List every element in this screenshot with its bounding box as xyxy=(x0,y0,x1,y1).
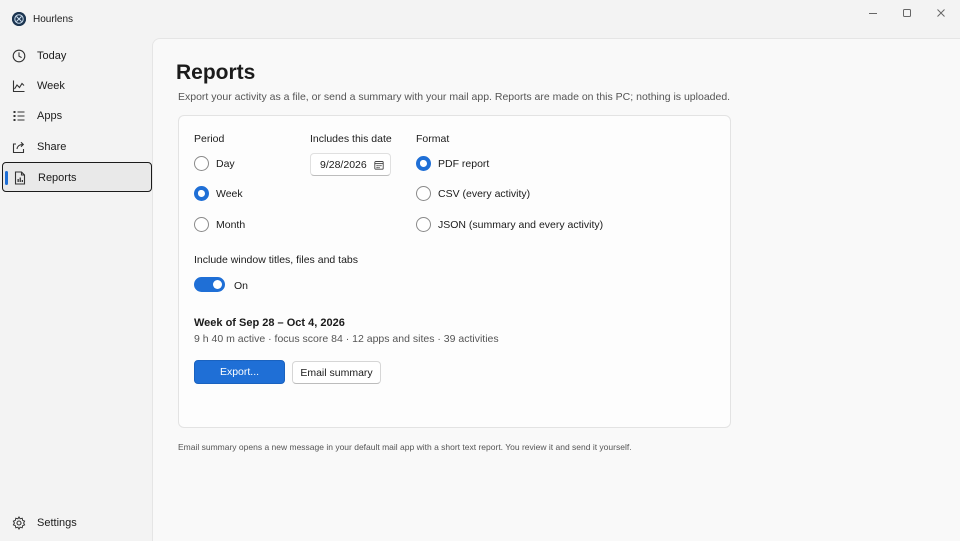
format-json-radio[interactable]: JSON (summary and every activity) xyxy=(416,217,603,232)
summary-stats: 9 h 40 m active · focus score 84 · 12 ap… xyxy=(194,333,499,345)
email-summary-button[interactable]: Email summary xyxy=(292,361,381,384)
period-label: Period xyxy=(194,133,225,145)
period-week-radio[interactable]: Week xyxy=(194,186,243,201)
radio-button[interactable] xyxy=(416,217,431,232)
sidebar-item-today[interactable]: Today xyxy=(2,41,152,71)
list-icon xyxy=(13,111,25,121)
export-button[interactable]: Export... xyxy=(194,360,285,384)
summary-title: Week of Sep 28 – Oct 4, 2026 xyxy=(194,317,345,329)
clock-icon xyxy=(12,49,26,63)
date-value: 9/28/2026 xyxy=(320,159,367,171)
app-window: Hourlens Today Week Apps Share Reports S… xyxy=(0,0,960,541)
report-options-card: Period Day Week Month Includes this date… xyxy=(178,115,731,428)
sidebar-item-label: Share xyxy=(37,141,67,153)
radio-label: PDF report xyxy=(438,157,490,170)
include-titles-label: Include window titles, files and tabs xyxy=(194,254,359,266)
sidebar-item-label: Apps xyxy=(37,110,63,122)
toggle-knob xyxy=(213,280,222,289)
calendar-icon[interactable] xyxy=(374,160,384,170)
close-icon xyxy=(937,9,945,17)
share-icon xyxy=(12,141,25,154)
radio-label: Week xyxy=(216,187,243,200)
area-chart-icon xyxy=(12,80,25,93)
app-logo-icon xyxy=(12,12,26,26)
date-picker[interactable]: 9/28/2026 xyxy=(310,153,391,176)
active-indicator xyxy=(5,171,8,185)
sidebar-item-settings[interactable]: Settings xyxy=(2,508,152,538)
title-bar: Hourlens xyxy=(0,0,960,38)
sidebar-item-share[interactable]: Share xyxy=(2,132,152,162)
sidebar-item-label: Settings xyxy=(37,517,77,529)
footnote: Email summary opens a new message in you… xyxy=(178,442,632,452)
format-csv-radio[interactable]: CSV (every activity) xyxy=(416,186,530,201)
radio-label: Day xyxy=(216,157,235,170)
page-title: Reports xyxy=(176,61,256,84)
sidebar-item-week[interactable]: Week xyxy=(2,71,152,101)
sidebar-item-reports[interactable]: Reports xyxy=(2,162,152,192)
period-day-radio[interactable]: Day xyxy=(194,156,235,171)
radio-label: CSV (every activity) xyxy=(438,187,531,200)
radio-button[interactable] xyxy=(416,186,431,201)
sidebar-item-label: Reports xyxy=(38,172,77,184)
close-button[interactable] xyxy=(924,0,958,26)
minimize-icon xyxy=(869,13,877,14)
app-title: Hourlens xyxy=(33,14,74,25)
radio-label: JSON (summary and every activity) xyxy=(438,218,604,231)
maximize-icon xyxy=(903,9,911,17)
date-label: Includes this date xyxy=(310,133,392,145)
sidebar-item-label: Today xyxy=(37,50,67,62)
radio-button-selected[interactable] xyxy=(194,186,209,201)
include-titles-toggle[interactable] xyxy=(194,277,225,292)
toggle-state-label: On xyxy=(234,280,249,292)
maximize-button[interactable] xyxy=(890,0,924,26)
sidebar-item-apps[interactable]: Apps xyxy=(2,101,152,131)
period-month-radio[interactable]: Month xyxy=(194,217,245,232)
report-icon xyxy=(14,171,26,185)
radio-button[interactable] xyxy=(194,156,209,171)
gear-icon xyxy=(12,516,26,530)
format-label: Format xyxy=(416,133,450,145)
radio-button[interactable] xyxy=(194,217,209,232)
radio-button-selected[interactable] xyxy=(416,156,431,171)
main-content: Reports Export your activity as a file, … xyxy=(152,38,960,541)
sidebar-item-label: Week xyxy=(37,80,65,92)
page-subtitle: Export your activity as a file, or send … xyxy=(178,91,731,103)
sidebar: Today Week Apps Share Reports Settings xyxy=(0,38,152,541)
format-pdf-radio[interactable]: PDF report xyxy=(416,156,489,171)
radio-label: Month xyxy=(216,218,246,231)
minimize-button[interactable] xyxy=(856,0,890,26)
